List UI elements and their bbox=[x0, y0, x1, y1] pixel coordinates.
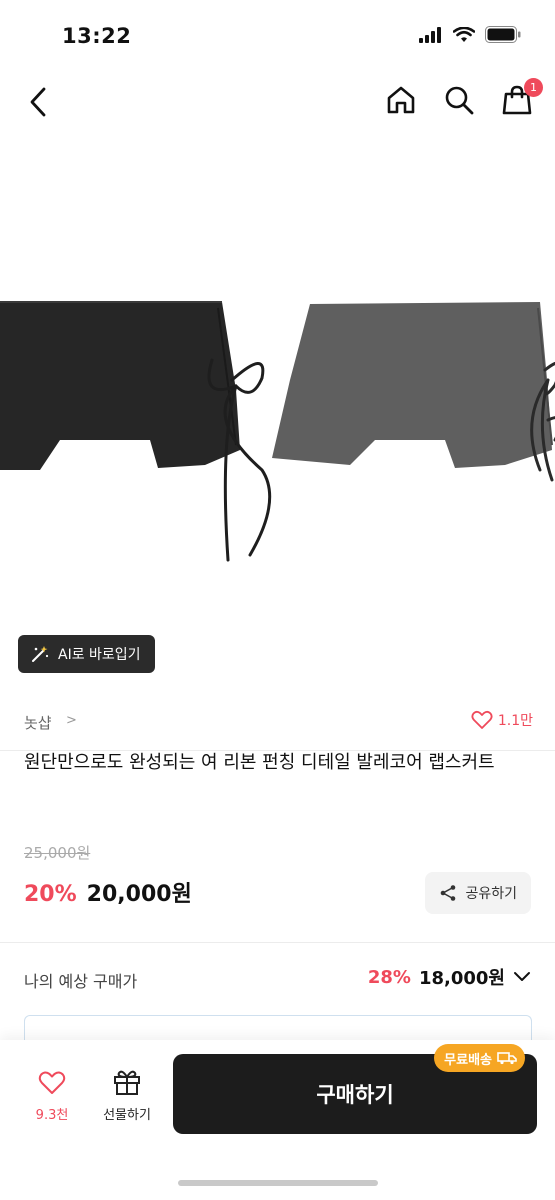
wifi-icon bbox=[453, 26, 475, 42]
price-row: 20% 20,000원 bbox=[24, 876, 192, 908]
battery-icon bbox=[485, 26, 521, 43]
store-row: 놋샵 > 1.1만 bbox=[0, 706, 555, 742]
ai-chip-label: AI로 바로입기 bbox=[58, 647, 141, 663]
ai-try-on-button[interactable]: AI로 바로입기 bbox=[18, 635, 155, 673]
expected-price: 18,000원 bbox=[418, 968, 505, 989]
back-arrow-icon bbox=[30, 87, 46, 117]
free-shipping-label: 무료배송 bbox=[444, 1052, 492, 1068]
product-title: 원단만으로도 완성되는 여 리본 펀칭 디테일 발레코어 랩스커트 bbox=[24, 752, 495, 773]
status-bar: 13:22 bbox=[0, 0, 555, 70]
store-like-button[interactable]: 1.1만 bbox=[471, 710, 533, 730]
expected-discount: 28% bbox=[367, 966, 411, 988]
nav-bar: 1 bbox=[0, 72, 555, 132]
free-shipping-badge: 무료배송 bbox=[434, 1044, 525, 1072]
bottom-bar: 9.3천 선물하기 구매하기 무료배송 bbox=[0, 1040, 555, 1200]
wishlist-count: 9.3천 bbox=[35, 1108, 69, 1123]
chevron-down-icon bbox=[514, 972, 530, 981]
back-button[interactable] bbox=[18, 82, 58, 122]
status-time: 13:22 bbox=[62, 24, 132, 48]
nav-actions: 1 bbox=[383, 78, 543, 118]
search-icon bbox=[445, 86, 474, 115]
magic-wand-icon bbox=[32, 646, 49, 662]
share-label: 공유하기 bbox=[465, 886, 517, 902]
sale-price: 20,000원 bbox=[86, 882, 192, 907]
expected-price-label: 나의 예상 구매가 bbox=[24, 972, 138, 991]
gift-icon bbox=[114, 1070, 140, 1095]
store-chevron: > bbox=[66, 713, 77, 728]
gift-button[interactable]: 선물하기 bbox=[92, 1068, 162, 1123]
home-icon bbox=[387, 86, 415, 114]
cart-badge: 1 bbox=[524, 78, 543, 97]
discount-rate: 20% bbox=[24, 882, 77, 907]
expected-price-value: 28% 18,000원 bbox=[368, 964, 531, 990]
status-icons bbox=[419, 26, 521, 43]
home-button[interactable] bbox=[383, 82, 419, 118]
share-icon bbox=[441, 885, 456, 901]
wishlist-button[interactable]: 9.3천 bbox=[22, 1070, 82, 1123]
share-button[interactable]: 공유하기 bbox=[425, 872, 531, 914]
product-image[interactable] bbox=[0, 140, 555, 700]
heart-icon bbox=[471, 710, 493, 729]
store-name-link[interactable]: 놋샵 bbox=[24, 712, 52, 733]
product-photo bbox=[0, 301, 555, 562]
home-indicator bbox=[178, 1180, 378, 1186]
original-price: 25,000원 bbox=[24, 844, 91, 862]
cart-button[interactable]: 1 bbox=[499, 78, 543, 118]
heart-icon bbox=[38, 1071, 66, 1094]
divider bbox=[0, 942, 555, 943]
truck-icon bbox=[497, 1052, 517, 1065]
like-count: 1.1만 bbox=[497, 713, 533, 729]
signal-icon bbox=[419, 26, 441, 43]
search-button[interactable] bbox=[441, 82, 477, 118]
expected-price-row[interactable]: 나의 예상 구매가 28% 18,000원 bbox=[0, 960, 555, 1000]
gift-label: 선물하기 bbox=[103, 1108, 151, 1123]
